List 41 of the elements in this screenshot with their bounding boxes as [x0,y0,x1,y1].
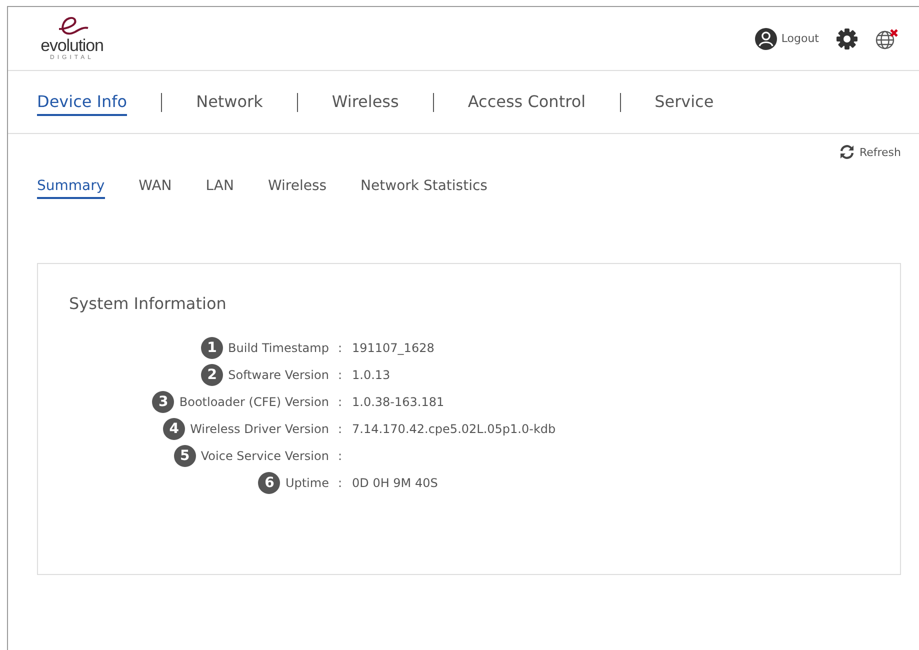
panel-title: System Information [69,294,228,313]
label-colon: : [338,449,342,463]
globe-error-icon[interactable] [875,28,899,50]
sub-tab[interactable]: Summary [37,178,105,199]
settings-icon[interactable] [836,28,858,50]
number-badge: 3 [152,391,174,413]
label-colon: : [338,476,342,490]
refresh-button[interactable]: Refresh [839,144,901,160]
field-label: Build Timestamp [228,341,329,355]
nav-tab[interactable]: Service [654,90,714,116]
field-value: 0D 0H 9M 40S [352,476,438,490]
field-label: Bootloader (CFE) Version [179,395,329,409]
sub-tab[interactable]: Network Statistics [360,178,488,199]
field-label: Uptime [285,476,329,490]
field-value: 7.14.170.42.cpe5.02L.05p1.0-kdb [352,422,556,436]
label-colon: : [338,395,342,409]
user-icon [755,28,778,50]
label-colon: : [338,341,342,355]
nav-tab[interactable]: Wireless [332,90,399,116]
field-label: Software Version [228,368,329,382]
sub-tab[interactable]: Wireless [268,178,327,199]
field-value: 191107_1628 [352,341,434,355]
field-value: 1.0.13 [352,368,390,382]
number-badge: 2 [201,364,224,386]
nav-tab[interactable]: Network [196,90,263,116]
label-colon: : [338,368,342,382]
logout-button[interactable]: Logout [755,28,819,50]
sub-tab[interactable]: LAN [206,178,234,199]
number-badge: 4 [163,418,186,440]
label-colon: : [338,422,342,436]
number-badge: 1 [201,337,224,359]
sub-tab[interactable]: WAN [138,178,172,199]
field-label: Wireless Driver Version [190,422,329,436]
number-badge: 5 [174,445,196,467]
refresh-icon [839,144,856,160]
logo-name: evolution [40,37,104,54]
number-badge: 6 [258,472,280,494]
field-label: Voice Service Version [200,449,329,463]
field-value: 1.0.38-163.181 [352,395,444,409]
nav-tab[interactable]: Access Control [468,90,586,116]
nav-tab[interactable]: Device Info [37,90,128,116]
